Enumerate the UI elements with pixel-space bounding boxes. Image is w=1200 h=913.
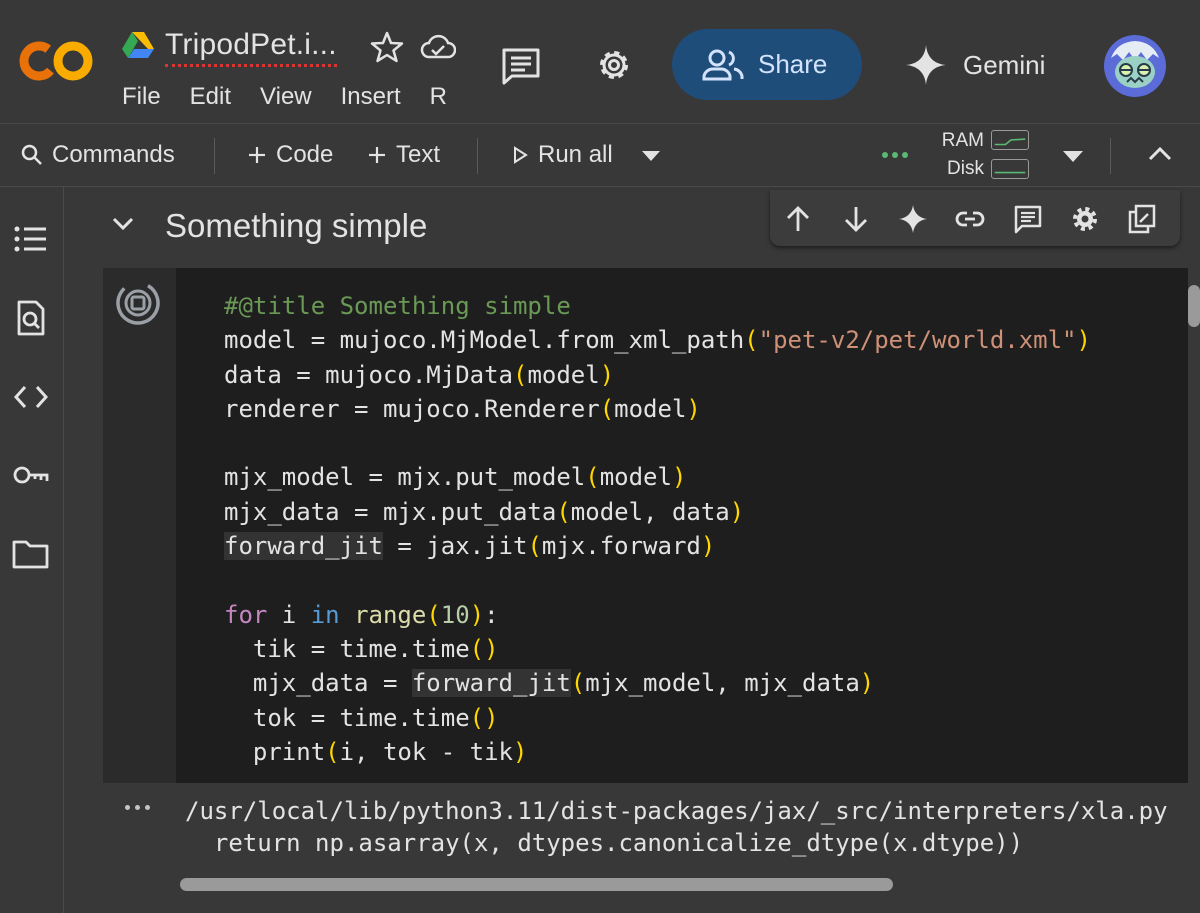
google-drive-icon[interactable]: [122, 31, 154, 59]
notebook-title[interactable]: TripodPet.i...: [165, 28, 337, 67]
app-header: TripodPet.i... File Edit View Insert R S…: [0, 0, 1200, 123]
code-line: data = mujoco.MjData(model): [224, 358, 1188, 392]
code-snippets-icon[interactable]: [12, 379, 50, 415]
menu-edit[interactable]: Edit: [190, 82, 231, 112]
horizontal-scrollbar[interactable]: [180, 878, 893, 891]
output-line: /usr/local/lib/python3.11/dist-packages/…: [185, 797, 1168, 825]
code-line-text: tok = time.time(): [224, 703, 499, 732]
output-actions-icon[interactable]: [125, 805, 150, 810]
commands-button[interactable]: Commands: [20, 124, 175, 186]
code-line: print(i, tok - tik): [224, 735, 1188, 769]
code-line-text: tik = time.time(): [224, 634, 499, 663]
run-all-button[interactable]: Run all: [510, 124, 613, 186]
run-options-caret-icon[interactable]: [640, 150, 662, 162]
code-line: for i in range(10):: [224, 598, 1188, 632]
notebook-content: Something simple #@title Something simpl…: [65, 187, 1200, 913]
code-line: mjx_data = forward_jit(mjx_model, mjx_da…: [224, 666, 1188, 700]
menu-runtime[interactable]: R: [430, 82, 447, 112]
code-line-text: mjx_data = forward_jit(mjx_model, mjx_da…: [224, 669, 875, 698]
plus-icon: [369, 147, 385, 163]
main-menu: File Edit View Insert R: [122, 82, 476, 112]
run-all-label: Run all: [538, 141, 613, 168]
code-cell[interactable]: #@title Something simple model = mujoco.…: [103, 268, 1188, 783]
output-line: return np.asarray(x, dtypes.canonicalize…: [185, 829, 1024, 857]
menu-file[interactable]: File: [122, 82, 161, 112]
stop-cell-icon[interactable]: [115, 280, 161, 326]
commands-label: Commands: [52, 141, 175, 168]
gemini-label[interactable]: Gemini: [963, 50, 1045, 81]
output-text: /usr/local/lib/python3.11/dist-packages/…: [185, 783, 1188, 859]
search-icon: [21, 144, 42, 165]
settings-icon[interactable]: [1070, 204, 1100, 234]
comments-icon[interactable]: [500, 46, 542, 86]
cloud-saved-icon[interactable]: [420, 32, 456, 62]
code-line-text: model = mujoco.MjModel.from_xml_path("pe…: [224, 326, 1091, 355]
runtime-connected-icon[interactable]: [882, 152, 908, 158]
code-editor[interactable]: #@title Something simple model = mujoco.…: [176, 268, 1188, 783]
resources-dropdown-icon[interactable]: [1060, 146, 1086, 166]
code-line-text: mjx_model = mjx.put_model(model): [224, 463, 687, 492]
toolbar-divider: [1110, 138, 1111, 174]
toolbar-divider: [477, 138, 478, 174]
find-replace-icon[interactable]: [12, 300, 50, 336]
files-folder-icon[interactable]: [12, 536, 50, 572]
menu-view[interactable]: View: [260, 82, 312, 112]
settings-gear-icon[interactable]: [594, 45, 634, 85]
code-line-text: renderer = mujoco.Renderer(model): [224, 394, 701, 423]
add-text-label: Text: [396, 141, 441, 168]
code-line: mjx_data = mjx.put_data(model, data): [224, 495, 1188, 529]
code-line: forward_jit = jax.jit(mjx.forward): [224, 529, 1188, 563]
cell-output: /usr/local/lib/python3.11/dist-packages/…: [103, 783, 1188, 913]
code-line-text: forward_jit = jax.jit(mjx.forward): [224, 532, 716, 561]
collapse-header-icon[interactable]: [1146, 144, 1174, 164]
code-line: model = mujoco.MjModel.from_xml_path("pe…: [224, 323, 1188, 357]
vertical-scrollbar[interactable]: [1188, 285, 1200, 327]
add-text-button[interactable]: Text: [366, 124, 440, 186]
code-line-text: #@title Something simple: [224, 292, 571, 320]
code-line: #@title Something simple: [224, 289, 1188, 323]
ram-label: RAM: [941, 130, 984, 151]
toolbar-divider: [214, 138, 215, 174]
left-sidebar: [0, 187, 64, 913]
code-line-text: for i in range(10):: [224, 600, 499, 629]
gemini-sparkle-icon[interactable]: [898, 204, 928, 234]
code-line-text: data = mujoco.MjData(model): [224, 360, 615, 389]
people-icon: [702, 49, 744, 80]
move-up-icon[interactable]: [783, 204, 813, 234]
code-line: mjx_model = mjx.put_model(model): [224, 460, 1188, 494]
link-icon[interactable]: [955, 204, 985, 234]
add-code-button[interactable]: Code: [246, 124, 333, 186]
code-line-text: mjx_data = mjx.put_data(model, data): [224, 497, 745, 526]
menu-insert[interactable]: Insert: [341, 82, 401, 112]
user-avatar[interactable]: [1103, 34, 1167, 98]
mirror-cell-icon[interactable]: [1127, 204, 1157, 234]
code-line: tik = time.time(): [224, 632, 1188, 666]
code-line-text: print(i, tok - tik): [224, 737, 528, 766]
code-line: tok = time.time(): [224, 701, 1188, 735]
gemini-sparkle-icon[interactable]: [905, 44, 947, 86]
share-label: Share: [758, 49, 828, 79]
secrets-key-icon[interactable]: [12, 457, 50, 493]
share-button[interactable]: Share: [672, 29, 862, 100]
table-of-contents-icon[interactable]: [12, 221, 50, 257]
cell-toolbar: [770, 190, 1180, 246]
plus-icon: [249, 147, 265, 163]
ram-usage-graph[interactable]: [991, 130, 1029, 150]
move-down-icon[interactable]: [841, 204, 871, 234]
colab-logo-icon[interactable]: [18, 38, 94, 84]
add-code-label: Code: [276, 141, 334, 168]
code-line: renderer = mujoco.Renderer(model): [224, 392, 1188, 426]
collapse-section-icon[interactable]: [110, 215, 136, 233]
comment-icon[interactable]: [1013, 204, 1043, 234]
play-icon: [514, 146, 528, 164]
section-heading: Something simple: [165, 207, 428, 244]
disk-usage-graph[interactable]: [991, 159, 1029, 179]
star-icon[interactable]: [370, 30, 404, 64]
notebook-toolbar: Commands Code Text Run all RAM Disk: [0, 123, 1200, 187]
disk-label: Disk: [947, 158, 984, 179]
